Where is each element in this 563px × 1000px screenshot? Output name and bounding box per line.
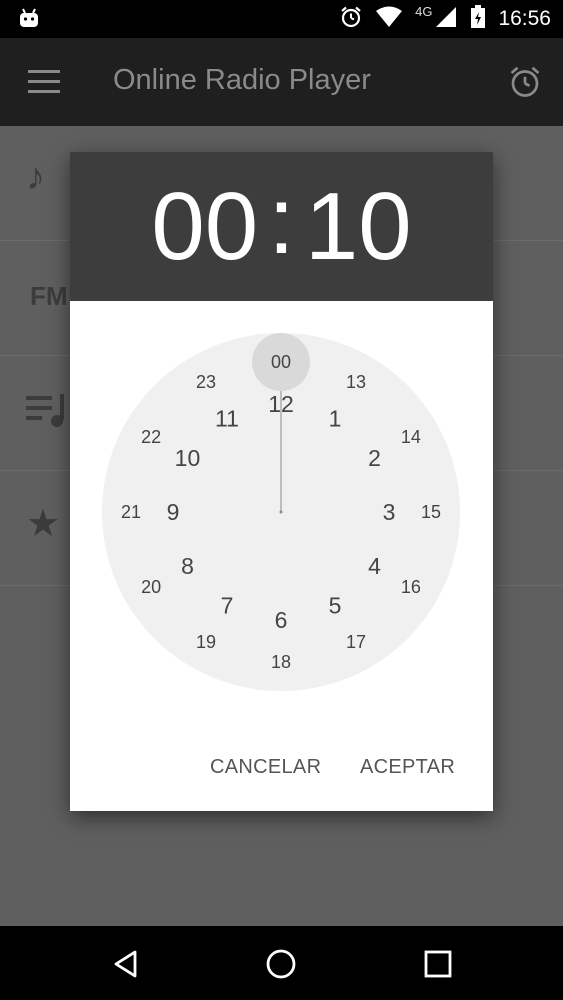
outer-hour-4[interactable]: 4	[368, 553, 381, 579]
inner-hour-23[interactable]: 23	[196, 372, 216, 392]
home-icon[interactable]	[263, 946, 299, 982]
cancel-button[interactable]: CANCELAR	[210, 756, 321, 779]
outer-hour-9[interactable]: 9	[167, 499, 180, 525]
inner-hour-15[interactable]: 15	[421, 502, 441, 522]
alarm-icon	[510, 66, 540, 97]
inner-hour-21[interactable]: 21	[121, 502, 141, 522]
outer-hour-12[interactable]: 12	[268, 391, 294, 417]
clock-face[interactable]: 12 1 2 3 4 5 6 7 8 9 10 11 00 13 14 15 16 17 18 19 20 21 22 23	[102, 333, 460, 691]
menu-icon[interactable]	[28, 70, 60, 94]
dialog-actions: CANCELAR ACEPTAR	[70, 742, 493, 792]
inner-hour-22[interactable]: 22	[141, 427, 161, 447]
network-type-label: 4G	[415, 3, 433, 19]
clock-dial[interactable]: 121234567891011001314151617181920212223	[102, 333, 460, 691]
outer-hour-1[interactable]: 1	[329, 405, 342, 431]
music-note-icon: ♪	[26, 156, 45, 198]
playlist-icon	[26, 386, 70, 436]
wifi-icon	[375, 6, 403, 33]
battery-icon	[470, 4, 486, 34]
accept-button[interactable]: ACEPTAR	[360, 756, 455, 779]
status-bar: 4G 16:56	[0, 0, 563, 38]
outer-hour-7[interactable]: 7	[221, 593, 234, 619]
navigation-bar	[0, 926, 563, 1000]
outer-hour-11[interactable]: 11	[215, 405, 239, 431]
minutes-display[interactable]: 10	[305, 172, 412, 282]
signal-icon	[434, 5, 458, 34]
inner-hour-19[interactable]: 19	[196, 632, 216, 652]
status-time: 16:56	[498, 7, 551, 30]
app-bar: Online Radio Player	[0, 38, 563, 126]
inner-hour-18[interactable]: 18	[271, 652, 291, 672]
time-separator: :	[268, 166, 295, 274]
status-icons: 4G 16:56	[339, 0, 551, 38]
star-icon: ★	[26, 503, 61, 545]
inner-hour-00[interactable]: 00	[271, 352, 291, 372]
list-item-label: FM	[30, 281, 68, 311]
outer-hour-6[interactable]: 6	[275, 607, 288, 633]
android-icon	[18, 7, 40, 34]
inner-hour-17[interactable]: 17	[346, 632, 366, 652]
outer-hour-10[interactable]: 10	[175, 445, 201, 471]
app-title: Online Radio Player	[113, 64, 371, 96]
hours-display[interactable]: 00	[151, 172, 258, 282]
inner-hour-14[interactable]: 14	[401, 427, 421, 447]
time-display-header: 00 : 10	[70, 152, 493, 301]
outer-hour-3[interactable]: 3	[383, 499, 396, 525]
time-picker-dialog: 00 : 10 12 1 2 3 4 5 6 7 8 9 10 11 00 13 14 15 16 17 18 19 2…	[70, 152, 493, 811]
inner-hour-13[interactable]: 13	[346, 372, 366, 392]
outer-hour-2[interactable]: 2	[368, 445, 381, 471]
clock-center-dot	[279, 510, 283, 514]
alarm-button[interactable]	[507, 64, 543, 100]
alarm-icon	[339, 5, 363, 34]
inner-hour-20[interactable]: 20	[141, 577, 161, 597]
outer-hour-8[interactable]: 8	[181, 553, 194, 579]
outer-hour-5[interactable]: 5	[329, 593, 342, 619]
back-icon[interactable]	[108, 946, 144, 982]
inner-hour-16[interactable]: 16	[401, 577, 421, 597]
recents-icon[interactable]	[420, 946, 456, 982]
time-display: 00 : 10	[151, 167, 412, 282]
